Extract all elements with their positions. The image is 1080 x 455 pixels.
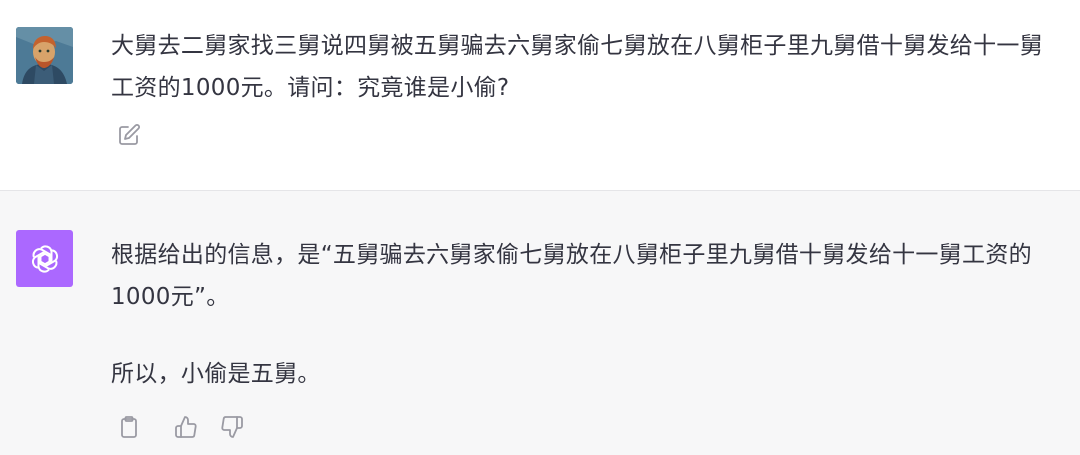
user-avatar — [16, 27, 73, 84]
clipboard-icon[interactable] — [116, 414, 142, 440]
chat-thread: 大舅去二舅家找三舅说四舅被五舅骗去六舅家偷七舅放在八舅柜子里九舅借十舅发给十一舅… — [0, 0, 1080, 455]
assistant-message-text: 根据给出的信息，是“五舅骗去六舅家偷七舅放在八舅柜子里九舅借十舅发给十一舅工资的… — [111, 234, 1056, 395]
user-message: 大舅去二舅家找三舅说四舅被五舅骗去六舅家偷七舅放在八舅柜子里九舅借十舅发给十一舅… — [0, 0, 1080, 191]
assistant-avatar — [16, 230, 73, 287]
assistant-message: 根据给出的信息，是“五舅骗去六舅家偷七舅放在八舅柜子里九舅借十舅发给十一舅工资的… — [0, 191, 1080, 455]
openai-logo-icon — [31, 244, 58, 273]
thumbs-up-icon[interactable] — [173, 414, 199, 440]
assistant-paragraph: 所以，小偷是五舅。 — [111, 361, 321, 387]
assistant-paragraph: 根据给出的信息，是“五舅骗去六舅家偷七舅放在八舅柜子里九舅借十舅发给十一舅工资的… — [111, 242, 1032, 310]
user-message-text: 大舅去二舅家找三舅说四舅被五舅骗去六舅家偷七舅放在八舅柜子里九舅借十舅发给十一舅… — [111, 33, 1043, 101]
thumbs-down-icon[interactable] — [219, 414, 245, 440]
edit-icon[interactable] — [116, 122, 142, 148]
